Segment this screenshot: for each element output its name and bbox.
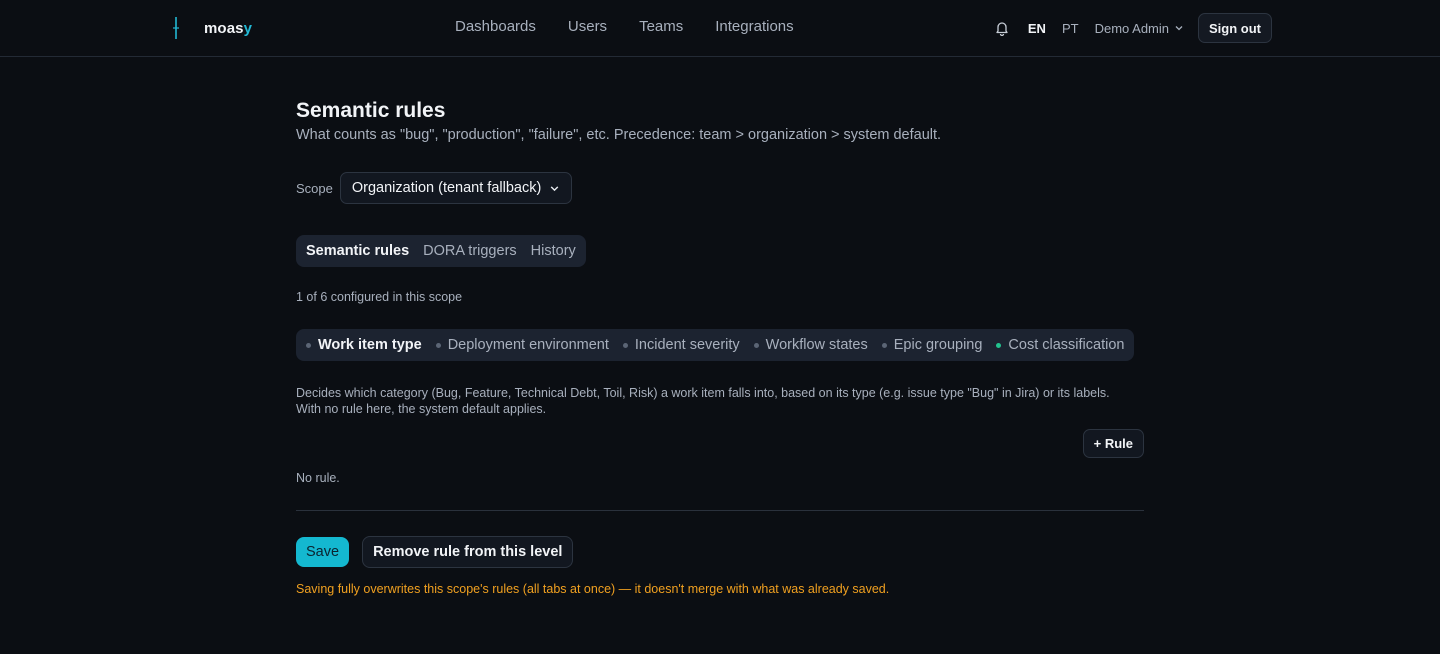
form-actions: Save Remove rule from this level xyxy=(296,536,1146,568)
rule-toolbar: + Rule xyxy=(296,429,1146,459)
tab-workflow-states[interactable]: Workflow states xyxy=(753,337,868,353)
add-rule-button[interactable]: + Rule xyxy=(1082,429,1144,458)
bell-icon[interactable] xyxy=(994,20,1010,37)
nav-integrations[interactable]: Integrations xyxy=(715,18,793,35)
tab-deployment-environment[interactable]: Deployment environment xyxy=(435,337,609,353)
configured-status-dot xyxy=(996,342,1002,348)
tab-label: Incident severity xyxy=(634,337,740,353)
description-line-1: Decides which category (Bug, Feature, Te… xyxy=(296,386,1110,400)
lang-en[interactable]: EN xyxy=(1028,21,1046,36)
scope-select-value: Organization (tenant fallback) xyxy=(351,180,542,196)
page-subtitle: What counts as "bug", "production", "fai… xyxy=(296,127,942,143)
tab-dora-triggers[interactable]: DORA triggers xyxy=(423,243,516,259)
top-navbar: moasy Dashboards Users Teams Integration… xyxy=(0,0,1440,57)
nav-dashboards[interactable]: Dashboards xyxy=(455,18,536,35)
status-dot xyxy=(622,342,628,348)
scope-label: Scope xyxy=(296,180,333,196)
brand-name: moasy xyxy=(204,19,253,37)
tab-label: Cost classification xyxy=(1008,337,1125,353)
logo-mark-icon xyxy=(170,16,182,40)
tab-label: Work item type xyxy=(318,337,422,353)
main-content: Semantic rules What counts as "bug", "pr… xyxy=(296,100,1146,596)
tab-incident-severity[interactable]: Incident severity xyxy=(622,337,740,353)
tab-label: Workflow states xyxy=(765,337,868,353)
divider xyxy=(296,510,1144,511)
user-name: Demo Admin xyxy=(1094,20,1169,36)
remove-rule-button[interactable]: Remove rule from this level xyxy=(362,536,574,568)
tab-semantic-rules[interactable]: Semantic rules xyxy=(306,243,409,259)
lang-pt[interactable]: PT xyxy=(1062,21,1079,36)
rule-description: Decides which category (Bug, Feature, Te… xyxy=(296,385,1146,417)
tab-label: Deployment environment xyxy=(447,337,609,353)
user-menu[interactable]: Demo Admin xyxy=(1095,21,1184,36)
chevron-down-icon xyxy=(550,185,559,191)
nav-users[interactable]: Users xyxy=(568,18,607,35)
scope-select[interactable]: Organization (tenant fallback) xyxy=(339,172,573,204)
rule-type-tabs: Work item type Deployment environment In… xyxy=(296,329,1135,361)
nav-teams[interactable]: Teams xyxy=(639,18,683,35)
status-dot xyxy=(435,342,441,348)
tab-history[interactable]: History xyxy=(531,243,576,259)
tab-epic-grouping[interactable]: Epic grouping xyxy=(881,337,983,353)
empty-state: No rule. xyxy=(296,471,340,485)
save-button[interactable]: Save xyxy=(296,537,350,567)
tab-label: Epic grouping xyxy=(893,337,983,353)
main-nav: Dashboards Users Teams Integrations xyxy=(455,18,826,35)
scope-row: Scope Organization (tenant fallback) xyxy=(296,172,1146,204)
page-title: Semantic rules xyxy=(296,99,446,122)
chevron-down-icon xyxy=(1175,26,1183,31)
sign-out-button[interactable]: Sign out xyxy=(1198,13,1272,43)
tab-work-item-type[interactable]: Work item type xyxy=(306,337,422,353)
header-actions: EN PT Demo Admin Sign out xyxy=(994,13,1272,43)
description-line-2: With no rule here, the system default ap… xyxy=(296,402,547,416)
status-dot xyxy=(881,342,887,348)
configured-count: 1 of 6 configured in this scope xyxy=(296,290,463,304)
status-dot xyxy=(306,342,311,348)
tab-cost-classification[interactable]: Cost classification xyxy=(996,337,1124,353)
status-dot xyxy=(753,342,759,348)
brand-logo[interactable]: moasy xyxy=(170,16,252,40)
section-tabs: Semantic rules DORA triggers History xyxy=(296,235,586,267)
overwrite-warning: Saving fully overwrites this scope's rul… xyxy=(296,582,890,596)
